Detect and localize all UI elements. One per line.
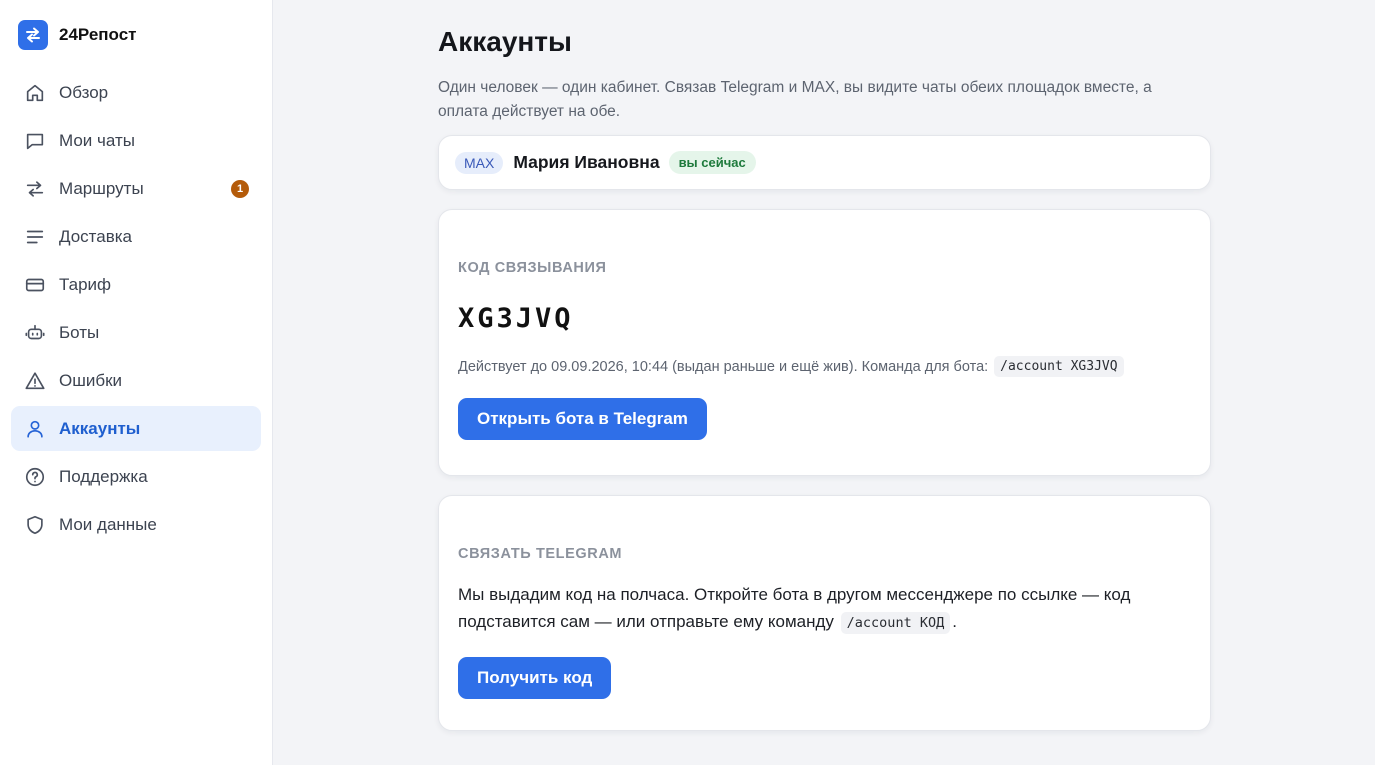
swap-arrows-icon xyxy=(18,20,48,50)
sidebar-item-label: Ошибки xyxy=(59,370,123,390)
card-icon xyxy=(24,274,46,296)
sidebar-item-label: Мои чаты xyxy=(59,130,135,150)
section-label: КОД СВЯЗЫВАНИЯ xyxy=(458,260,607,276)
account-name: Мария Ивановна xyxy=(513,152,660,172)
help-icon xyxy=(24,466,46,488)
instructions-end: . xyxy=(952,612,957,631)
bot-command: /account XG3JVQ xyxy=(994,356,1124,377)
sidebar-item-label: Доставка xyxy=(59,226,133,246)
current-account-card: MAX Мария Ивановна вы сейчас xyxy=(438,135,1211,190)
link-telegram-card: СВЯЗАТЬ TELEGRAM Мы выдадим код на полча… xyxy=(438,495,1211,731)
sidebar-item-accounts[interactable]: Аккаунты xyxy=(11,406,261,451)
bot-command: /account КОД xyxy=(840,612,951,634)
main-content: Аккаунты Один человек — один кабинет. Св… xyxy=(273,0,1375,765)
open-bot-telegram-button[interactable]: Открыть бота в Telegram xyxy=(458,398,707,440)
sidebar-item-label: Аккаунты xyxy=(59,418,141,438)
brand[interactable]: 24Репост xyxy=(11,0,261,70)
page-description: Один человек — один кабинет. Связав Tele… xyxy=(438,79,1152,120)
instructions-text: Мы выдадим код на полчаса. Откройте бота… xyxy=(458,585,1131,631)
sidebar-item-delivery[interactable]: Доставка xyxy=(11,214,261,259)
sidebar-item-bots[interactable]: Боты xyxy=(11,310,261,355)
link-code-card: КОД СВЯЗЫВАНИЯ XG3JVQ Действует до 09.09… xyxy=(438,209,1211,476)
sidebar-item-my-data[interactable]: Мои данные xyxy=(11,502,261,547)
lines-icon xyxy=(24,226,46,248)
sidebar-item-tariff[interactable]: Тариф xyxy=(11,262,261,307)
sidebar-item-my-chats[interactable]: Мои чаты xyxy=(11,118,261,163)
status-badge: вы сейчас xyxy=(668,151,756,174)
home-icon xyxy=(24,82,46,104)
chat-icon xyxy=(24,130,46,152)
shield-icon xyxy=(24,514,46,536)
user-icon xyxy=(24,418,46,440)
section-label: СВЯЗАТЬ TELEGRAM xyxy=(458,546,623,562)
brand-name: 24Репост xyxy=(59,25,137,44)
link-telegram-instructions: Мы выдадим код на полчаса. Откройте бота… xyxy=(458,581,1178,637)
routes-icon xyxy=(24,178,46,200)
sidebar-item-support[interactable]: Поддержка xyxy=(11,454,261,499)
sidebar-item-label: Поддержка xyxy=(59,466,148,486)
sidebar-item-label: Боты xyxy=(59,322,100,342)
sidebar-nav: Обзор Мои чаты Маршруты 1 Доставка Тариф… xyxy=(11,70,261,547)
link-code-expiry-text: Действует до 09.09.2026, 10:44 (выдан ра… xyxy=(458,358,989,375)
sidebar-item-label: Мои данные xyxy=(59,514,157,534)
bot-icon xyxy=(24,322,46,344)
platform-badge: MAX xyxy=(455,151,504,174)
routes-count-badge: 1 xyxy=(231,179,249,198)
sidebar: 24Репост Обзор Мои чаты Маршруты 1 Доста… xyxy=(0,0,273,765)
sidebar-item-label: Тариф xyxy=(59,274,112,294)
page-title: Аккаунты xyxy=(438,26,572,57)
link-code-value: XG3JVQ xyxy=(458,303,574,334)
warning-icon xyxy=(24,370,46,392)
sidebar-item-overview[interactable]: Обзор xyxy=(11,70,261,115)
sidebar-item-errors[interactable]: Ошибки xyxy=(11,358,261,403)
link-code-meta: Действует до 09.09.2026, 10:44 (выдан ра… xyxy=(458,356,1191,377)
sidebar-item-label: Маршруты xyxy=(59,178,144,198)
sidebar-item-routes[interactable]: Маршруты 1 xyxy=(11,166,261,211)
get-code-button[interactable]: Получить код xyxy=(458,657,612,699)
sidebar-item-label: Обзор xyxy=(59,82,109,102)
